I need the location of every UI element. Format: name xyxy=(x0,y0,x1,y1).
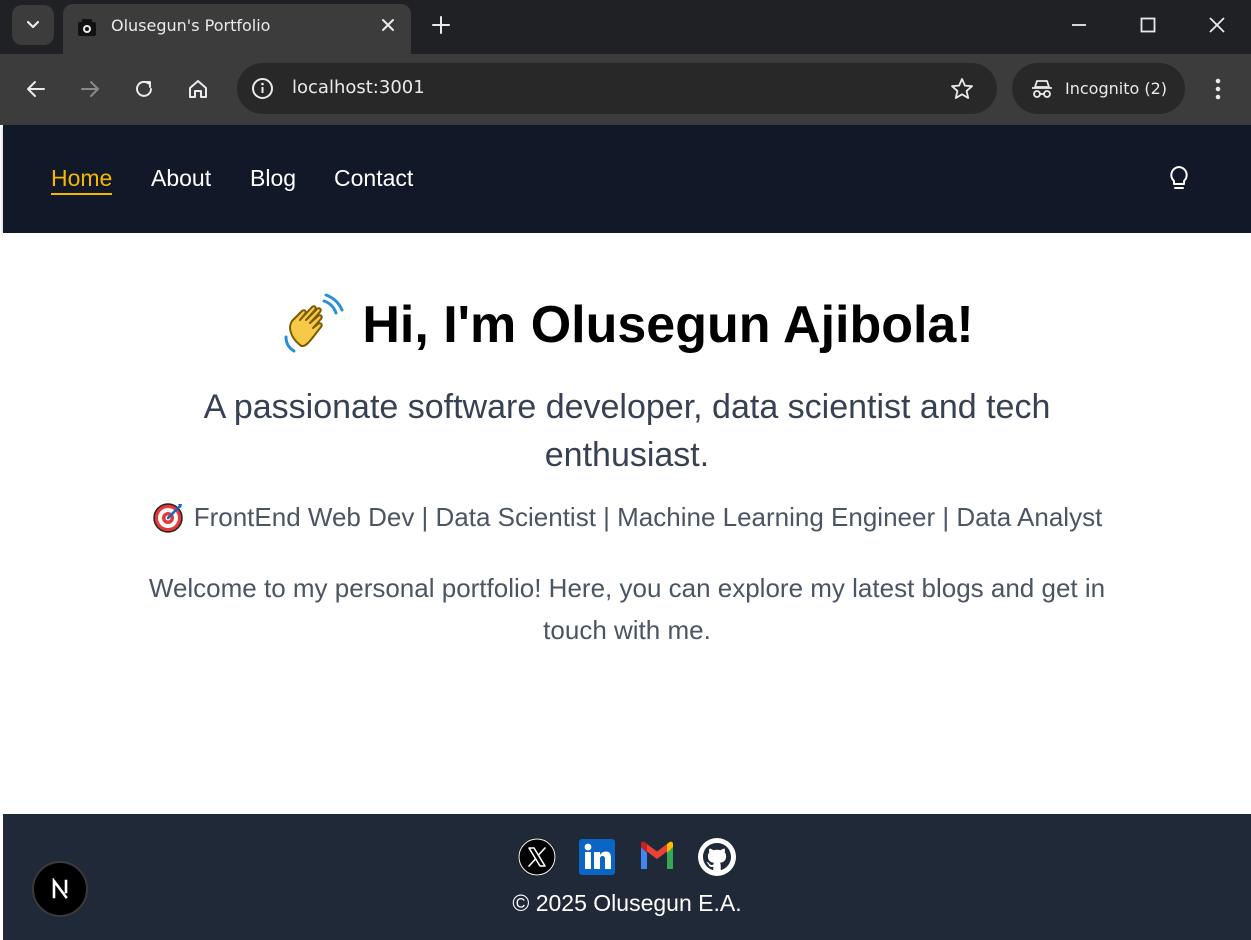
close-tab-icon[interactable] xyxy=(379,16,397,34)
tab-search-button[interactable] xyxy=(12,5,54,45)
chevron-down-icon xyxy=(26,20,40,29)
hero-subtitle: A passionate software developer, data sc… xyxy=(203,388,1051,474)
site-footer: © 2025 Olusegun E.A. xyxy=(3,814,1251,940)
incognito-label: Incognito (2) xyxy=(1065,79,1167,98)
gmail-icon[interactable] xyxy=(638,838,676,876)
address-bar[interactable]: localhost:3001 xyxy=(237,63,997,114)
close-window-button[interactable] xyxy=(1202,10,1232,40)
roles-line: FrontEnd Web Dev | Data Scientist | Mach… xyxy=(3,501,1251,533)
tab-title: Olusegun's Portfolio xyxy=(111,16,271,35)
browser-toolbar: localhost:3001 Incognito (2) xyxy=(0,54,1251,125)
back-button[interactable] xyxy=(23,76,49,102)
close-icon xyxy=(1209,17,1225,33)
url-text[interactable]: localhost:3001 xyxy=(292,77,425,98)
nav-link-home[interactable]: Home xyxy=(51,165,113,195)
star-icon[interactable] xyxy=(949,76,975,102)
maximize-icon xyxy=(1140,17,1156,33)
browser-tab[interactable]: Olusegun's Portfolio xyxy=(63,4,411,54)
waving-hand-icon xyxy=(284,293,344,353)
target-icon xyxy=(152,503,183,533)
site-navbar: Home About Blog Contact xyxy=(3,125,1251,233)
reload-icon xyxy=(136,80,152,97)
browser-tabstrip: Olusegun's Portfolio xyxy=(0,0,1251,54)
github-icon[interactable] xyxy=(698,838,736,876)
reload-button[interactable] xyxy=(131,76,157,102)
nav-link-contact[interactable]: Contact xyxy=(334,165,413,192)
hero-section: Hi, I'm Olusegun Ajibola! A passionate s… xyxy=(3,233,1251,814)
incognito-icon xyxy=(1032,80,1052,98)
maximize-button[interactable] xyxy=(1133,10,1163,40)
info-icon[interactable] xyxy=(250,76,275,101)
new-tab-icon[interactable] xyxy=(428,12,454,38)
nextjs-dev-badge[interactable] xyxy=(32,861,88,917)
hero-title-text: Hi, I'm Olusegun Ajibola! xyxy=(362,296,974,354)
incognito-button[interactable]: Incognito (2) xyxy=(1012,63,1185,114)
linkedin-icon[interactable] xyxy=(578,838,616,876)
lightbulb-icon[interactable] xyxy=(1166,164,1192,192)
x-icon[interactable] xyxy=(518,838,556,876)
hero-heading: Hi, I'm Olusegun Ajibola! xyxy=(3,293,1251,357)
forward-button[interactable] xyxy=(77,76,103,102)
arrow-right-icon xyxy=(81,81,99,97)
social-links xyxy=(518,838,736,876)
home-icon xyxy=(189,80,207,98)
minimize-button[interactable] xyxy=(1064,10,1094,40)
copyright-text: © 2025 Olusegun E.A. xyxy=(512,890,742,916)
home-button[interactable] xyxy=(185,76,211,102)
favicon-icon xyxy=(78,19,96,36)
minimize-icon xyxy=(1072,24,1086,26)
nextjs-logo-icon xyxy=(52,878,68,899)
arrow-left-icon xyxy=(27,81,45,97)
nav-link-about[interactable]: About xyxy=(151,165,211,192)
nav-link-blog[interactable]: Blog xyxy=(250,165,296,192)
roles-text: FrontEnd Web Dev | Data Scientist | Mach… xyxy=(193,501,1103,532)
more-vert-icon[interactable] xyxy=(1206,76,1230,102)
welcome-text: Welcome to my personal portfolio! Here, … xyxy=(148,573,1106,645)
